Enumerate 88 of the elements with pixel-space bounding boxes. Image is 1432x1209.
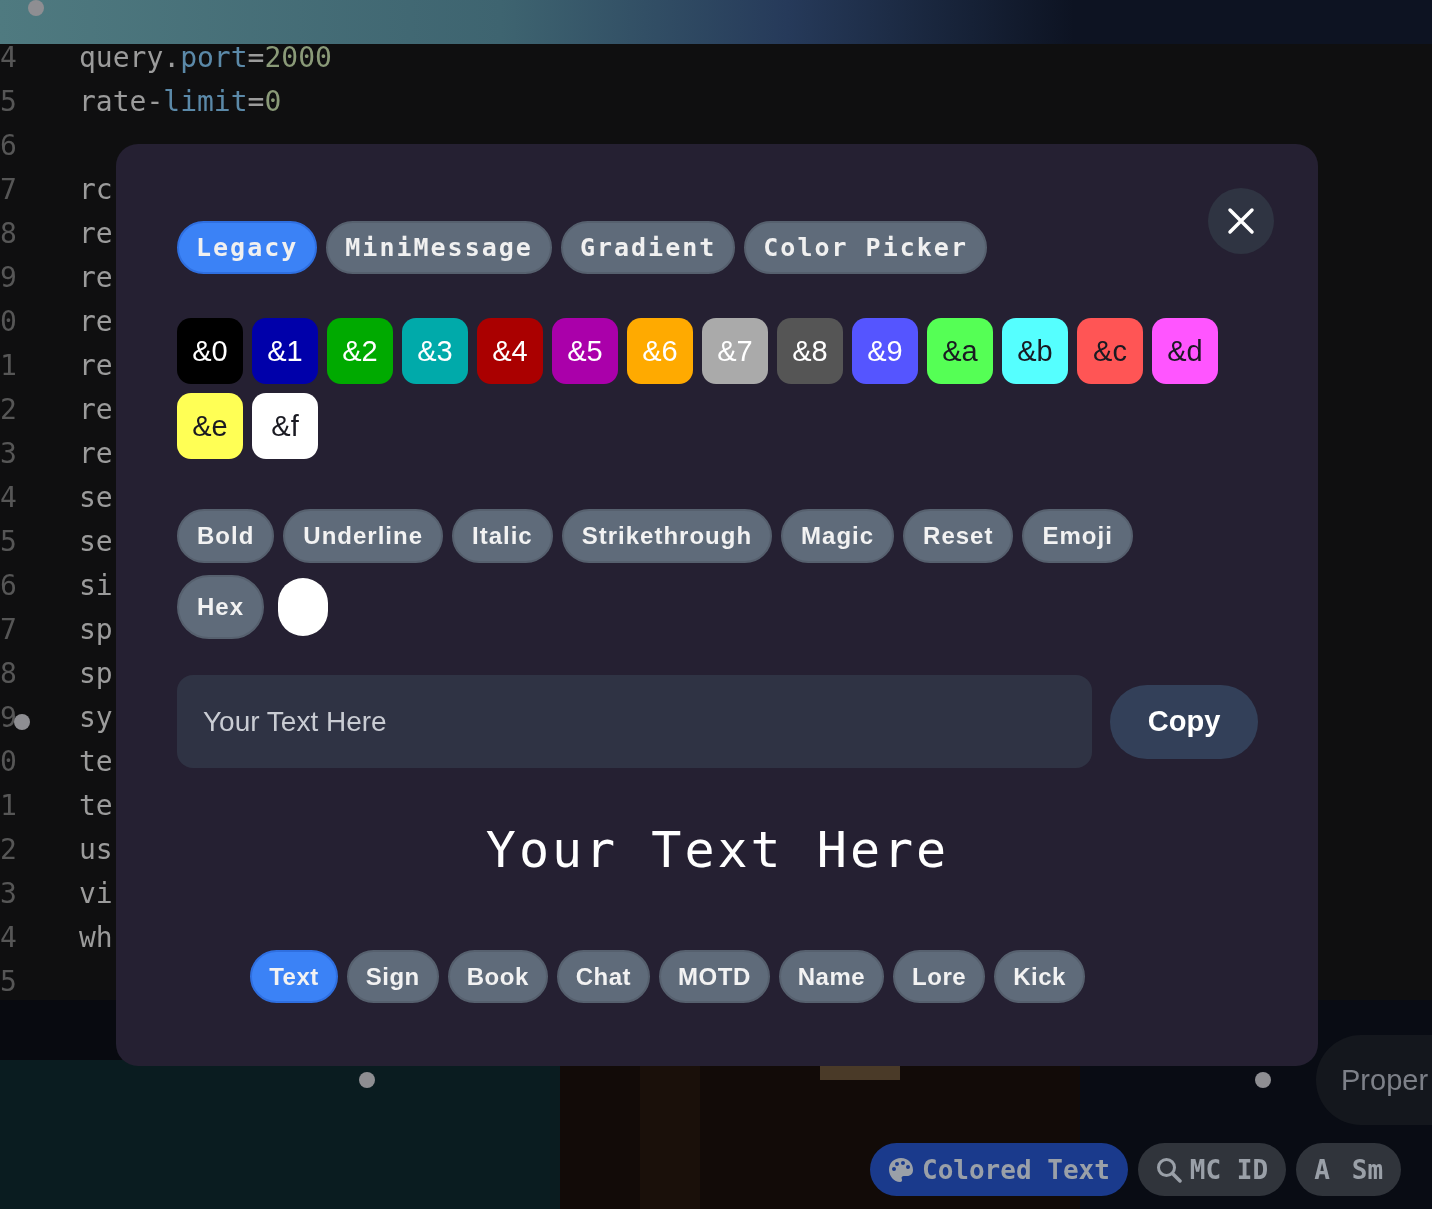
line-number: 8 (0, 216, 17, 250)
properties-button[interactable]: Proper (1316, 1035, 1432, 1125)
line-number: 7 (0, 172, 17, 206)
code-line: se (79, 524, 113, 558)
line-number: 6 (0, 128, 17, 162)
line-number: 8 (0, 656, 17, 690)
color-code-button[interactable]: &4 (477, 318, 543, 384)
line-number: 2 (0, 392, 17, 426)
format-tab[interactable]: Color Picker (744, 221, 987, 274)
line-number: 7 (0, 612, 17, 646)
format-button[interactable]: Magic (781, 509, 895, 563)
code-line: sp (79, 656, 113, 690)
mode-tab[interactable]: Text (250, 950, 338, 1003)
line-number: 5 (0, 84, 17, 118)
code-line: sy (79, 700, 113, 734)
code-line: rc (79, 172, 113, 206)
color-code-button[interactable]: &2 (327, 318, 393, 384)
format-tab[interactable]: MiniMessage (326, 221, 552, 274)
line-number: 4 (0, 920, 17, 954)
color-code-button[interactable]: &5 (552, 318, 618, 384)
line-number: 3 (0, 436, 17, 470)
line-number: 0 (0, 304, 17, 338)
line-number: 0 (0, 744, 17, 778)
line-number: 9 (0, 260, 17, 294)
format-button[interactable]: Reset (903, 509, 1014, 563)
code-line: re (79, 436, 113, 470)
color-code-button[interactable]: &9 (852, 318, 918, 384)
mode-tab[interactable]: Sign (346, 950, 439, 1003)
code-line: te (79, 788, 113, 822)
format-button[interactable]: Italic (452, 509, 553, 563)
letter-icon: A (1314, 1154, 1330, 1185)
color-code-button[interactable]: &1 (252, 318, 318, 384)
format-tab[interactable]: Gradient (560, 221, 736, 274)
format-button[interactable]: Bold (177, 509, 275, 563)
color-code-button[interactable]: &c (1077, 318, 1143, 384)
color-code-button[interactable]: &d (1152, 318, 1218, 384)
code-line: se (79, 480, 113, 514)
format-button[interactable]: Strikethrough (561, 509, 773, 563)
code-line: query.port=2000 (79, 40, 332, 74)
mode-tab[interactable]: MOTD (659, 950, 770, 1003)
code-line: re (79, 348, 113, 382)
line-number: 4 (0, 40, 17, 74)
line-number: 2 (0, 832, 17, 866)
code-line: re (79, 392, 113, 426)
line-number: 5 (0, 964, 17, 998)
code-line: us (79, 832, 113, 866)
line-number: 4 (0, 480, 17, 514)
line-number: 5 (0, 524, 17, 558)
code-line: wh (79, 920, 113, 954)
text-input[interactable]: Your Text Here (177, 675, 1093, 768)
code-line: sp (79, 612, 113, 646)
nav-button[interactable]: MC ID (1137, 1143, 1287, 1196)
palette-icon (888, 1156, 914, 1183)
search-icon (1155, 1156, 1182, 1183)
color-swatch[interactable] (278, 578, 329, 636)
mode-tab[interactable]: Chat (556, 950, 651, 1003)
text-preview: Your Text Here (484, 820, 951, 880)
mode-tab[interactable]: Lore (893, 950, 986, 1003)
color-code-button[interactable]: &a (927, 318, 993, 384)
code-line: re (79, 260, 113, 294)
format-button[interactable]: Underline (283, 509, 443, 563)
code-line: te (79, 744, 113, 778)
mode-tab[interactable]: Book (447, 950, 548, 1003)
line-number: 6 (0, 568, 17, 602)
dot-icon (14, 714, 30, 730)
color-code-button[interactable]: &8 (777, 318, 843, 384)
color-code-button[interactable]: &e (177, 393, 243, 459)
color-code-button[interactable]: &f (252, 393, 318, 459)
close-icon (1227, 207, 1255, 235)
mode-tab[interactable]: Name (778, 950, 885, 1003)
code-line: re (79, 304, 113, 338)
code-line: vi (79, 876, 113, 910)
format-button[interactable]: Hex (177, 575, 265, 639)
line-number: 1 (0, 348, 17, 382)
code-line: re (79, 216, 113, 250)
line-number: 1 (0, 788, 17, 822)
line-number: 3 (0, 876, 17, 910)
mode-tab[interactable]: Kick (994, 950, 1085, 1003)
line-number: 9 (0, 700, 17, 734)
code-line: rate-limit=0 (79, 84, 282, 118)
format-button[interactable]: Emoji (1022, 509, 1133, 563)
nav-button[interactable]: Colored Text (870, 1143, 1128, 1196)
color-code-button[interactable]: &3 (402, 318, 468, 384)
copy-button[interactable]: Copy (1110, 684, 1258, 759)
color-code-button[interactable]: &0 (177, 318, 243, 384)
color-code-button[interactable]: &b (1002, 318, 1068, 384)
code-line: si (79, 568, 113, 602)
format-tab[interactable]: Legacy (177, 221, 318, 274)
